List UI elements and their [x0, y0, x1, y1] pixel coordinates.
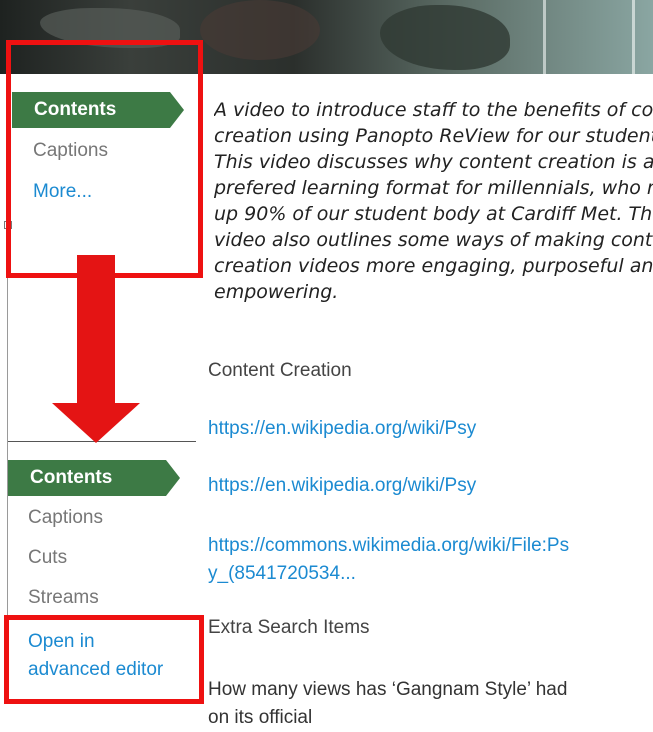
content-link-line: https://commons.wikimedia.org/wiki/File:… [208, 535, 570, 556]
extra-search-heading: Extra Search Items [208, 617, 370, 638]
description-line: empowering. [214, 281, 339, 303]
search-item-line: on its official [208, 707, 313, 728]
down-arrow-icon [52, 403, 140, 443]
content-heading: Content Creation [208, 360, 352, 381]
search-item-line: How many views has ‘Gangnam Style’ had [208, 679, 568, 700]
tab-contents-expanded[interactable]: Contents [8, 460, 180, 496]
description-line: This video discusses why content creatio… [214, 151, 653, 173]
description-line: video also outlines some ways of making … [214, 229, 653, 251]
tab-cuts[interactable]: Cuts [28, 547, 67, 569]
down-arrow-shaft [77, 255, 115, 405]
description-line: A video to introduce staff to the benefi… [214, 99, 653, 121]
description-line: prefered learning format for millennials… [214, 177, 653, 199]
highlight-box-top [6, 40, 203, 278]
video-frame-detail [632, 0, 635, 74]
video-frame-detail [543, 0, 546, 74]
content-link[interactable]: https://en.wikipedia.org/wiki/Psy [208, 418, 476, 440]
tab-captions-expanded[interactable]: Captions [28, 507, 103, 529]
search-item-text[interactable]: How many views has ‘Gangnam Style’ had o… [208, 676, 567, 732]
video-frame-detail [200, 0, 320, 60]
tab-streams[interactable]: Streams [28, 587, 99, 609]
video-description: A video to introduce staff to the benefi… [214, 97, 653, 305]
description-line: creation using Panopto ReView for our st… [214, 125, 653, 147]
description-line: up 90% of our student body at Cardiff Me… [214, 203, 653, 225]
content-link[interactable]: https://en.wikipedia.org/wiki/Psy [208, 475, 476, 497]
video-frame-detail [380, 5, 510, 70]
content-link-line: y_(8541720534... [208, 563, 356, 584]
highlight-box-bottom [4, 615, 204, 704]
content-link[interactable]: https://commons.wikimedia.org/wiki/File:… [208, 532, 569, 588]
description-line: creation videos more engaging, purposefu… [214, 255, 653, 277]
